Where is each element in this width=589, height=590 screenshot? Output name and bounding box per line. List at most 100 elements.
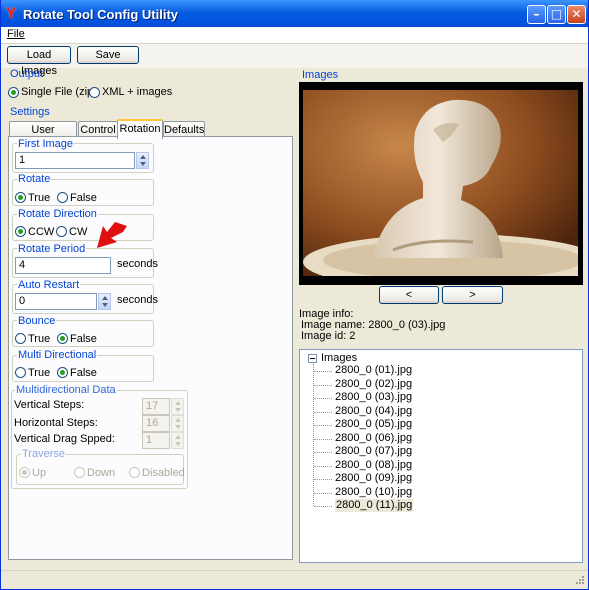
y-logo-icon: Y	[6, 6, 17, 22]
rotate-false-radio[interactable]	[57, 192, 68, 203]
maximize-icon: □	[550, 7, 563, 21]
tree-file-item[interactable]: 2800_0 (06).jpg	[335, 432, 412, 445]
traverse-up-label: Up	[32, 467, 47, 479]
multi-false-label: False	[70, 367, 97, 379]
tree-branch-line	[314, 398, 332, 399]
tree-branch-line	[314, 425, 332, 426]
tree-branch-line	[314, 465, 332, 467]
tree-file-item[interactable]: 2800_0 (07).jpg	[335, 445, 412, 458]
close-icon: ✕	[571, 7, 582, 21]
output-single-label: Single File (zip)	[21, 86, 97, 98]
vertical-drag-label: Vertical Drag Spped:	[14, 433, 115, 445]
direction-ccw-label: CCW	[28, 226, 55, 238]
horizontal-steps-stepper[interactable]	[171, 415, 184, 432]
image-id-text: Image id: 2	[301, 330, 356, 342]
save-button[interactable]: Save	[77, 46, 139, 64]
traverse-down-radio[interactable]	[74, 467, 85, 478]
rotate-period-title: Rotate Period	[17, 243, 87, 255]
bounce-true-radio[interactable]	[15, 333, 26, 344]
direction-cw-label: CW	[69, 226, 88, 238]
first-image-title: First Image	[17, 138, 75, 150]
close-button[interactable]: ✕	[567, 5, 586, 24]
minimize-button[interactable]: –	[527, 5, 546, 24]
multi-true-label: True	[28, 367, 51, 379]
tree-file-item[interactable]: 2800_0 (02).jpg	[335, 378, 412, 391]
traverse-title: Traverse	[21, 448, 66, 460]
vertical-steps-stepper[interactable]	[171, 398, 184, 415]
traverse-disabled-label: Disabled	[142, 467, 185, 479]
tree-file-item[interactable]: 2800_0 (04).jpg	[335, 405, 412, 418]
tree-file-item[interactable]: 2800_0 (10).jpg	[335, 486, 412, 499]
tree-branch-line	[314, 452, 332, 453]
output-group-title: Output	[10, 68, 44, 80]
title-bar[interactable]: Y Rotate Tool Config Utility – □ ✕	[1, 0, 588, 29]
bounce-false-radio[interactable]	[57, 333, 68, 344]
output-xml-label: XML + images	[102, 86, 173, 98]
tab-rotation[interactable]: Rotation	[117, 119, 163, 139]
bounce-false-label: False	[70, 333, 97, 345]
window-title: Rotate Tool Config Utility	[23, 7, 179, 22]
multi-false-radio[interactable]	[57, 367, 68, 378]
rotate-true-radio[interactable]	[15, 192, 26, 203]
traverse-disabled-radio[interactable]	[129, 467, 140, 478]
tree-branch-line	[314, 438, 332, 440]
arrow-icon	[97, 222, 127, 248]
first-image-stepper[interactable]	[136, 152, 149, 169]
traverse-up-radio[interactable]	[19, 467, 30, 478]
direction-cw-radio[interactable]	[56, 226, 67, 237]
rotate-title: Rotate	[17, 173, 52, 185]
rotate-period-unit: seconds	[117, 258, 158, 270]
bust-sculpture-image	[303, 90, 578, 276]
bounce-title: Bounce	[17, 315, 57, 327]
vertical-steps-input[interactable]: 17	[142, 398, 170, 415]
bounce-true-label: True	[28, 333, 51, 345]
multi-data-title: Multidirectional Data	[15, 384, 117, 396]
maximize-button[interactable]: □	[547, 5, 566, 24]
settings-group-title: Settings	[10, 106, 50, 118]
load-images-button[interactable]: Load Images	[7, 46, 71, 77]
preview-photo	[303, 90, 578, 276]
images-title: Images	[302, 69, 339, 81]
direction-ccw-radio[interactable]	[15, 226, 26, 237]
auto-restart-unit: seconds	[117, 294, 158, 306]
auto-restart-input[interactable]: 0	[15, 293, 97, 310]
image-preview	[299, 82, 583, 285]
prev-image-button[interactable]: <	[379, 286, 439, 304]
vertical-steps-label: Vertical Steps:	[14, 399, 85, 411]
tree-file-item[interactable]: 2800_0 (05).jpg	[335, 418, 412, 431]
auto-restart-title: Auto Restart	[17, 279, 81, 291]
tree-branch-line	[314, 479, 332, 480]
tree-root-label[interactable]: Images	[321, 352, 357, 364]
menu-bar: File	[1, 27, 588, 44]
rotate-period-input[interactable]: 4	[15, 257, 111, 274]
tree-file-item[interactable]: 2800_0 (03).jpg	[335, 391, 412, 404]
tree-file-item[interactable]: 2800_0 (09).jpg	[335, 472, 412, 485]
app-window: Y Rotate Tool Config Utility – □ ✕ File …	[0, 0, 589, 590]
tree-branch-line	[314, 506, 332, 507]
next-image-button[interactable]: >	[442, 286, 503, 304]
output-single-radio[interactable]	[8, 87, 19, 98]
tree-branch-line	[314, 384, 332, 386]
tree-branch-line	[314, 492, 332, 494]
tree-branch-line	[314, 371, 332, 372]
tree-file-item[interactable]: 2800_0 (08).jpg	[335, 459, 412, 472]
resize-grip-icon[interactable]	[573, 575, 585, 587]
minimize-icon: –	[533, 7, 540, 21]
rotate-direction-title: Rotate Direction	[17, 208, 98, 220]
menu-file[interactable]: File	[7, 28, 25, 40]
tree-file-item[interactable]: 2800_0 (11).jpg	[335, 499, 414, 512]
first-image-input[interactable]: 1	[15, 152, 135, 169]
vertical-drag-input[interactable]: 1	[142, 432, 170, 449]
auto-restart-stepper[interactable]	[98, 293, 111, 310]
tree-branch-line	[314, 411, 332, 413]
horizontal-steps-input[interactable]: 16	[142, 415, 170, 432]
horizontal-steps-label: Horizontal Steps:	[14, 417, 98, 429]
vertical-drag-stepper[interactable]	[171, 432, 184, 449]
traverse-down-label: Down	[87, 467, 116, 479]
tree-collapse-icon[interactable]	[308, 354, 317, 363]
multi-true-radio[interactable]	[15, 367, 26, 378]
output-xml-radio[interactable]	[89, 87, 100, 98]
tree-file-item[interactable]: 2800_0 (01).jpg	[335, 364, 412, 377]
images-tree[interactable]: Images 2800_0 (01).jpg 2800_0 (02).jpg 280…	[299, 349, 583, 563]
multi-directional-title: Multi Directional	[17, 349, 98, 361]
